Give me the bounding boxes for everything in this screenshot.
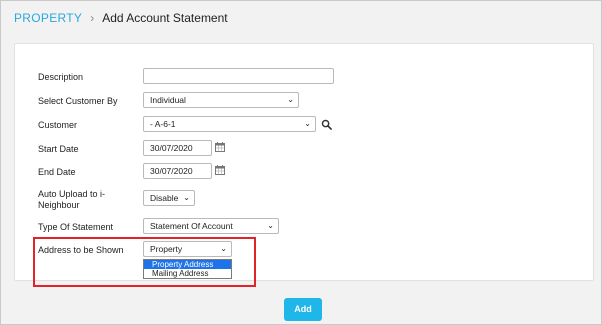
option-property-address[interactable]: Property Address <box>144 260 231 269</box>
add-button[interactable]: Add <box>284 298 322 321</box>
breadcrumb-property-link[interactable]: PROPERTY <box>14 11 82 25</box>
auto-upload-value: Disable <box>150 193 179 203</box>
type-of-statement-dropdown[interactable]: Statement Of Account ⌄ <box>143 218 279 234</box>
customer-label: Customer <box>38 120 78 130</box>
auto-upload-dropdown[interactable]: Disable ⌄ <box>143 190 195 206</box>
auto-upload-label: Auto Upload to i- Neighbour <box>38 189 105 211</box>
end-date-label: End Date <box>38 167 76 177</box>
customer-dropdown[interactable]: - A-6-1 ⌄ <box>143 116 316 132</box>
customer-value: - A-6-1 <box>150 119 176 129</box>
breadcrumb: PROPERTY › Add Account Statement <box>14 11 228 25</box>
auto-upload-label-line2: Neighbour <box>38 200 80 210</box>
option-mailing-address[interactable]: Mailing Address <box>144 269 231 278</box>
select-customer-by-label: Select Customer By <box>38 96 118 106</box>
chevron-down-icon: ⌄ <box>220 244 227 253</box>
address-options-list: Property Address Mailing Address <box>143 259 232 279</box>
chevron-down-icon: ⌄ <box>304 119 311 128</box>
description-input[interactable] <box>143 68 334 84</box>
start-date-input[interactable]: 30/07/2020 <box>143 140 212 156</box>
start-date-label: Start Date <box>38 144 79 154</box>
select-customer-by-value: Individual <box>150 95 186 105</box>
chevron-down-icon: ⌄ <box>183 193 190 202</box>
search-icon[interactable] <box>321 119 332 130</box>
address-to-be-shown-label: Address to be Shown <box>38 245 124 255</box>
calendar-icon[interactable] <box>215 142 225 152</box>
chevron-down-icon: ⌄ <box>287 95 294 104</box>
address-to-be-shown-dropdown[interactable]: Property Address ⌄ <box>143 241 232 268</box>
end-date-input[interactable]: 30/07/2020 <box>143 163 212 179</box>
auto-upload-label-line1: Auto Upload to i- <box>38 189 106 199</box>
type-of-statement-value: Statement Of Account <box>150 221 233 231</box>
breadcrumb-separator: › <box>90 11 95 25</box>
chevron-down-icon: ⌄ <box>267 221 274 230</box>
description-label: Description <box>38 72 84 82</box>
page-title: Add Account Statement <box>102 11 228 25</box>
calendar-icon[interactable] <box>215 165 225 175</box>
type-of-statement-label: Type Of Statement <box>38 222 114 232</box>
select-customer-by-dropdown[interactable]: Individual ⌄ <box>143 92 299 108</box>
